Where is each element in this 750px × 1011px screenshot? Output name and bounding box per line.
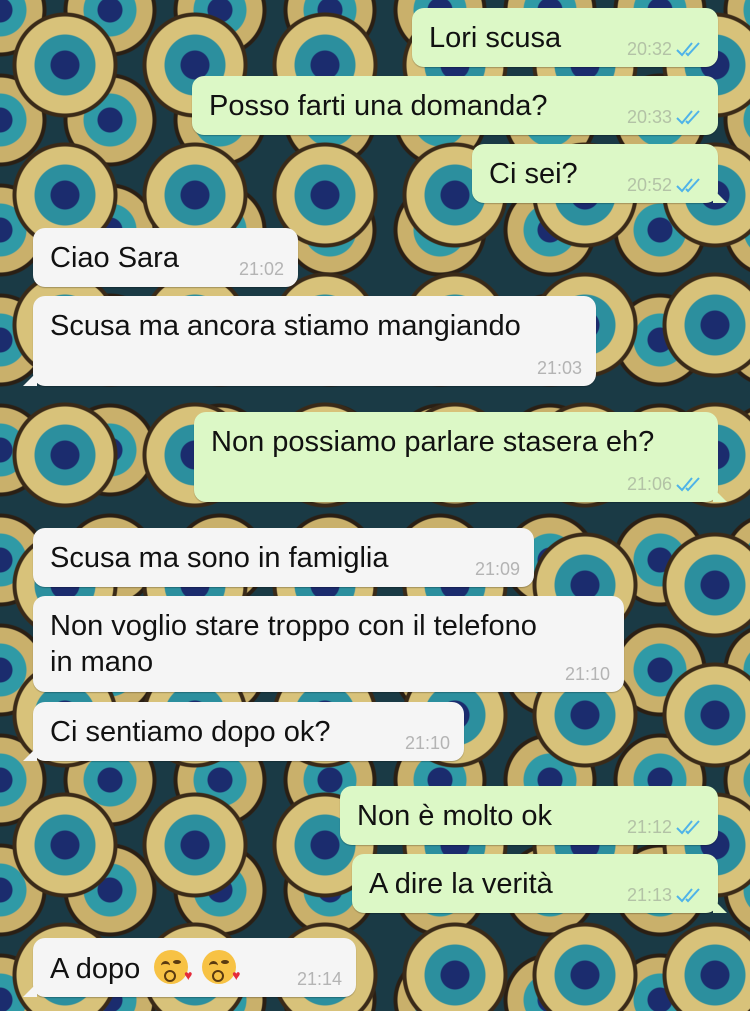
message-meta: 21:10: [565, 664, 610, 684]
kissing-heart-emoji-icon: ♥: [202, 950, 240, 984]
message-meta: 21:06: [627, 474, 704, 494]
message-time: 21:10: [404, 733, 450, 753]
message-time: 21:14: [296, 969, 342, 989]
incoming-message[interactable]: Scusa ma ancora stiamo mangiando 21:03: [23, 296, 596, 386]
incoming-message[interactable]: Scusa ma sono in famiglia 21:09: [33, 528, 534, 587]
message-time: 21:10: [564, 664, 610, 684]
message-time: 21:13: [626, 885, 672, 905]
message-meta: 21:03: [537, 358, 582, 378]
message-meta: 21:12: [627, 817, 704, 837]
outgoing-message[interactable]: Ci sei? 20:52: [472, 144, 727, 203]
double-check-icon: [676, 818, 704, 836]
incoming-message[interactable]: A dopo ♥ ♥ 21:14: [23, 938, 356, 997]
message-meta: 20:32: [627, 39, 704, 59]
double-check-icon: [676, 40, 704, 58]
incoming-message[interactable]: Non voglio stare troppo con il telefono …: [33, 596, 624, 692]
message-time: 20:52: [626, 175, 672, 195]
message-time: 21:02: [238, 259, 284, 279]
message-meta: 21:02: [239, 259, 284, 279]
double-check-icon: [676, 886, 704, 904]
outgoing-message[interactable]: A dire la verità 21:13: [352, 854, 727, 913]
message-text: Ciao Sara: [50, 242, 179, 274]
message-text: Posso farti una domanda?: [209, 90, 548, 122]
incoming-message[interactable]: Ci sentiamo dopo ok? 21:10: [23, 702, 464, 761]
message-time: 20:32: [626, 39, 672, 59]
message-text: A dopo: [50, 953, 141, 985]
incoming-message[interactable]: Ciao Sara 21:02: [33, 228, 298, 287]
message-text: A dire la verità: [369, 868, 553, 900]
double-check-icon: [676, 108, 704, 126]
message-time: 21:03: [536, 358, 582, 378]
message-text: Non possiamo parlare stasera eh?: [211, 426, 655, 458]
message-meta: 20:33: [627, 107, 704, 127]
message-text: Non è molto ok: [357, 800, 553, 832]
message-text: Ci sentiamo dopo ok?: [50, 716, 331, 748]
outgoing-message[interactable]: Posso farti una domanda? 20:33: [192, 76, 718, 135]
message-time: 20:33: [626, 107, 672, 127]
double-check-icon: [676, 176, 704, 194]
message-text: Non voglio stare troppo con il telefono …: [50, 610, 537, 678]
message-meta: 20:52: [627, 175, 704, 195]
message-time: 21:09: [474, 559, 520, 579]
message-meta: 21:13: [627, 885, 704, 905]
kissing-heart-emoji-icon: ♥: [154, 950, 192, 984]
message-time: 21:06: [626, 474, 672, 494]
message-meta: 21:14: [297, 969, 342, 989]
message-meta: 21:10: [405, 733, 450, 753]
double-check-icon: [676, 475, 704, 493]
message-text: Scusa ma ancora stiamo mangiando: [50, 310, 521, 342]
outgoing-message[interactable]: Non possiamo parlare stasera eh? 21:06: [194, 412, 727, 502]
outgoing-message[interactable]: Non è molto ok 21:12: [340, 786, 718, 845]
message-text: Scusa ma sono in famiglia: [50, 542, 389, 574]
message-text: Ci sei?: [489, 158, 578, 190]
message-time: 21:12: [626, 817, 672, 837]
message-text: Lori scusa: [429, 22, 562, 54]
message-meta: 21:09: [475, 559, 520, 579]
outgoing-message[interactable]: Lori scusa 20:32: [412, 8, 718, 67]
